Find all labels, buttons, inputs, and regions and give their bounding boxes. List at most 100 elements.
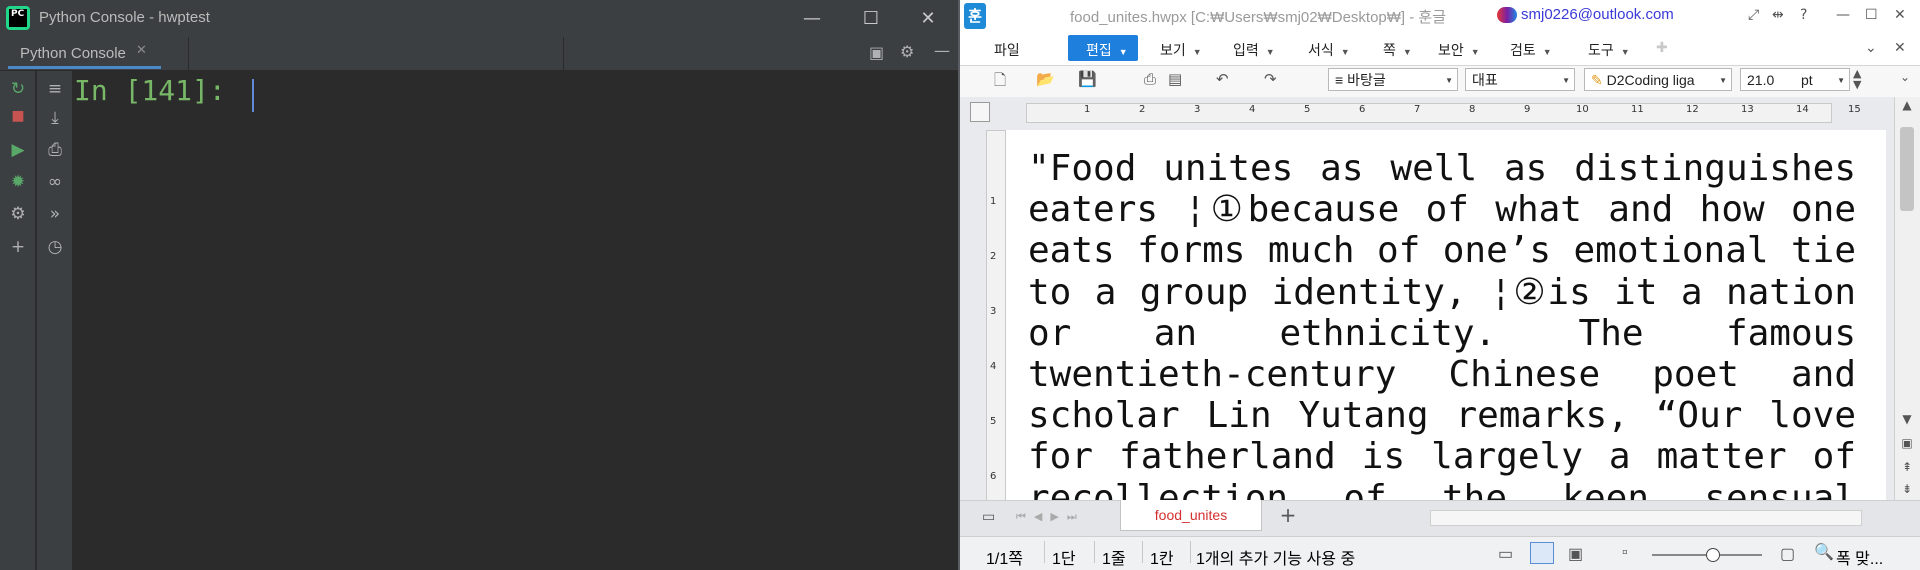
prev-page-icon[interactable]: ⇞ <box>1898 460 1916 478</box>
menu-edit[interactable]: 편집 ▼ <box>1086 40 1128 60</box>
add-tab-button[interactable]: + <box>1268 500 1308 530</box>
new-doc-icon[interactable]: 🗋 <box>994 70 1006 95</box>
ruler-corner-icon[interactable] <box>970 102 990 122</box>
memo-icon[interactable]: ▭ <box>982 509 995 525</box>
status-separator <box>1044 541 1045 563</box>
split-icon[interactable]: ⇹ <box>1772 7 1784 23</box>
undo-icon[interactable]: ↶ <box>1216 70 1229 88</box>
zoom-out-icon[interactable]: ▫ <box>1622 544 1628 562</box>
add-console-icon[interactable]: + <box>6 237 30 261</box>
tab-nav-icons[interactable]: ⏮◀▶⏭ <box>1016 510 1085 524</box>
open-folder-icon[interactable]: 📂 <box>1036 70 1055 88</box>
tab-close-icon[interactable]: ✕ <box>136 42 147 58</box>
document-page[interactable]: "Food unites as well as distinguishes ea… <box>1006 130 1886 500</box>
close-icon[interactable]: ✕ <box>905 0 951 37</box>
gear-icon[interactable]: ⚙ <box>900 42 914 61</box>
status-separator <box>1190 541 1191 563</box>
document-body[interactable]: "Food unites as well as distinguishes ea… <box>1028 148 1856 500</box>
chevron-down-icon: ▼ <box>1719 76 1727 85</box>
tabbar-divider <box>188 37 189 70</box>
menu-security[interactable]: 보안 ▼ <box>1438 40 1480 60</box>
layout-icon[interactable]: ▣ <box>869 43 884 62</box>
stop-icon[interactable]: ■ <box>6 108 30 132</box>
horizontal-scrollbar[interactable] <box>1430 510 1862 526</box>
zoom-search-icon[interactable]: 🔍 <box>1814 542 1834 562</box>
run-icon[interactable]: ▶ <box>6 140 30 164</box>
scroll-to-end-icon[interactable]: ⤓ <box>43 108 67 132</box>
zoom-fit-width[interactable]: 폭 맞... <box>1836 545 1883 569</box>
page-layout-view-icon[interactable] <box>1530 542 1554 564</box>
tab-food-unites[interactable]: food_unites <box>1120 500 1262 531</box>
print-icon[interactable]: ⎙ <box>43 140 67 164</box>
language-combo-value: 대표 <box>1472 72 1498 88</box>
minimize-icon[interactable]: — <box>789 0 835 37</box>
vertical-scroll-thumb[interactable] <box>1900 127 1914 211</box>
menu-tools[interactable]: 도구 ▼ <box>1588 40 1630 60</box>
menu-page-label: 쪽 <box>1383 42 1396 58</box>
console-left-toolbar: ↻ ■ ▶ ✹ ⚙ + <box>0 71 35 570</box>
font-size-unit: pt <box>1801 72 1813 88</box>
debug-icon[interactable]: ✹ <box>6 172 30 196</box>
web-view-icon[interactable]: ▣ <box>1568 544 1583 564</box>
next-page-icon[interactable]: ⇟ <box>1898 482 1916 500</box>
scroll-up-icon[interactable]: ▲ <box>1898 98 1916 116</box>
ruler-number: 10 <box>1576 104 1589 115</box>
print-icon[interactable]: ⎙ <box>1144 70 1156 88</box>
language-combo[interactable]: 대표 ▼ <box>1465 68 1575 91</box>
history-icon[interactable]: ◷ <box>43 237 67 261</box>
menu-review[interactable]: 검토 ▼ <box>1510 40 1552 60</box>
settings-icon[interactable]: ⚙ <box>6 204 30 228</box>
menu-insert[interactable]: 입력 ▼ <box>1233 40 1275 60</box>
puzzle-icon[interactable]: ✚ <box>1656 40 1668 56</box>
status-addons[interactable]: 1개의 추가 기능 사용 중 <box>1196 545 1355 569</box>
show-variables-icon[interactable]: ∞ <box>43 172 67 196</box>
maximize-icon[interactable]: ☐ <box>1865 7 1878 23</box>
preview-icon[interactable]: ▤ <box>1168 70 1182 88</box>
maximize-icon[interactable]: ☐ <box>848 0 894 37</box>
run-commands-icon[interactable]: » <box>43 204 67 228</box>
toolbar-more-icon[interactable]: ⌄ <box>1900 70 1910 84</box>
menu-page[interactable]: 쪽 ▼ <box>1383 40 1412 60</box>
style-combo[interactable]: ≡ 바탕글 ▼ <box>1328 68 1458 91</box>
hide-panel-icon[interactable]: — <box>934 41 950 60</box>
soft-wrap-icon[interactable]: ≡ <box>43 79 67 103</box>
document-line: to a group identity, ¦②is it a nation <box>1028 271 1856 313</box>
status-line[interactable]: 1줄 <box>1102 545 1126 569</box>
chevron-down-icon: ▼ <box>1620 47 1630 57</box>
console-editor[interactable] <box>72 71 958 570</box>
ruler-number: 2 <box>1139 104 1146 115</box>
horizontal-ruler[interactable] <box>1026 103 1832 123</box>
close-icon[interactable]: ✕ <box>1894 7 1906 23</box>
font-combo[interactable]: ✎ D2Coding liga ▼ <box>1584 68 1732 91</box>
menu-format-label: 서식 <box>1308 42 1334 58</box>
redo-icon[interactable]: ↷ <box>1264 70 1277 88</box>
page-view-icon[interactable]: ▣ <box>1898 436 1916 454</box>
help-icon[interactable]: ? <box>1800 7 1807 23</box>
status-section[interactable]: 1단 <box>1052 545 1076 569</box>
rerun-icon[interactable]: ↻ <box>6 79 30 103</box>
chevron-down-icon: ▼ <box>1192 47 1202 57</box>
status-page[interactable]: 1/1쪽 <box>986 545 1023 569</box>
minimize-icon[interactable]: — <box>1836 7 1850 23</box>
account-email[interactable]: smj0226@outlook.com <box>1521 6 1674 23</box>
vruler-number: 5 <box>990 416 997 427</box>
collapse-ribbon-icon[interactable]: ⌄ <box>1865 40 1877 56</box>
status-column[interactable]: 1칸 <box>1150 545 1174 569</box>
ruler-number: 14 <box>1796 104 1809 115</box>
zoom-slider-thumb[interactable] <box>1706 548 1720 562</box>
save-icon[interactable]: 💾 <box>1078 70 1097 88</box>
close-doc-icon[interactable]: ✕ <box>1894 40 1906 56</box>
font-size-field[interactable]: 21.0 pt ▼ <box>1740 68 1850 91</box>
document-line: eaters ¦①because of what and how one <box>1028 189 1856 231</box>
fullscreen-icon[interactable]: ⤢ <box>1748 7 1759 23</box>
menu-view[interactable]: 보기 ▼ <box>1160 40 1202 60</box>
normal-view-icon[interactable]: ▭ <box>1498 544 1513 564</box>
menu-file[interactable]: 파일 <box>994 40 1020 60</box>
zoom-in-icon[interactable]: ▢ <box>1780 544 1795 564</box>
scroll-down-icon[interactable]: ▼ <box>1898 412 1916 430</box>
document-line: eats forms much of one’s emotional tie <box>1028 230 1856 272</box>
size-stepper-icon[interactable]: ▲ ▼ <box>1853 68 1861 90</box>
menu-insert-label: 입력 <box>1233 42 1259 58</box>
status-separator <box>1142 541 1143 563</box>
menu-format[interactable]: 서식 ▼ <box>1308 40 1350 60</box>
